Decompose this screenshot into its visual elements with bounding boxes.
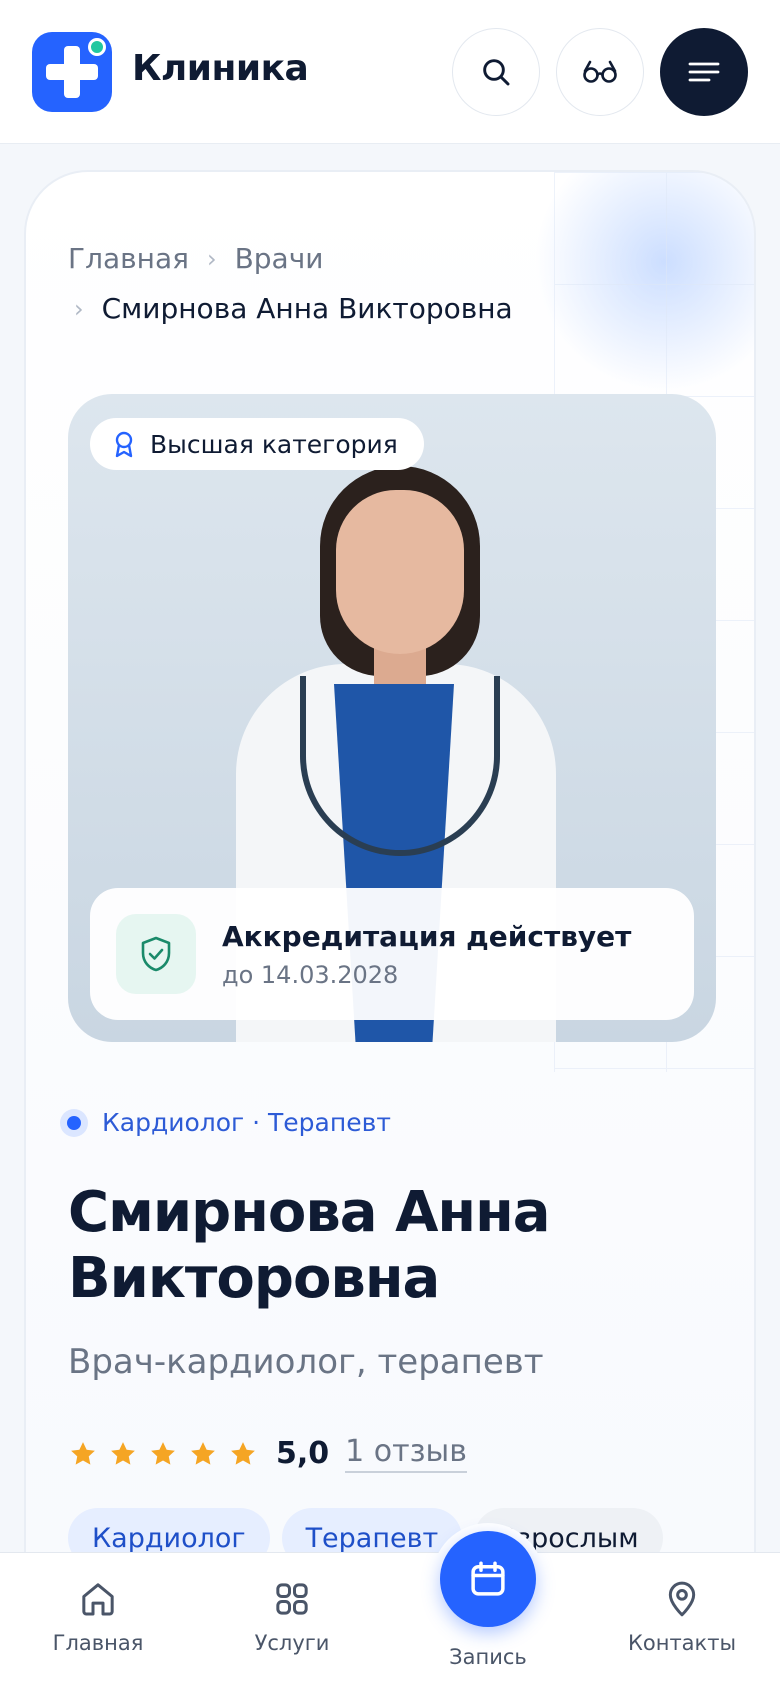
doctor-photo: Высшая категория Аккредитация действует …: [68, 394, 716, 1042]
accreditation-date: до 14.03.2028: [222, 960, 399, 989]
search-icon: [483, 59, 510, 86]
nav-services-label: Услуги: [254, 1631, 330, 1655]
accreditation-card: Аккредитация действует до 14.03.2028: [90, 888, 694, 1020]
star-icon: [191, 1441, 215, 1465]
status-dot-icon: [60, 1108, 88, 1137]
category-badge: Высшая категория: [90, 418, 424, 470]
grid-icon: [276, 1583, 308, 1615]
accreditation-icon-box: [116, 914, 196, 994]
brand-name[interactable]: Клиника: [132, 48, 309, 89]
doctor-name: Смирнова Анна Викторовна: [68, 1180, 551, 1311]
specialties-row: Кардиолог · Терапевт: [60, 1108, 391, 1137]
rating-value: 5,0: [276, 1436, 330, 1471]
doctor-card: Главная › Врачи › Смирнова Анна Викторов…: [24, 170, 756, 1688]
star-icon: [71, 1441, 95, 1465]
nav-booking-label[interactable]: Запись: [408, 1645, 568, 1669]
nav-home-label: Главная: [52, 1631, 144, 1655]
rating-row: 5,0 1 отзыв: [68, 1434, 467, 1473]
accreditation-title: Аккредитация действует: [222, 919, 632, 953]
bottom-navigation: Главная Услуги Запись Контакты: [0, 1531, 780, 1688]
calendar-icon: [471, 1561, 505, 1596]
doctor-role: Врач-кардиолог, терапевт: [68, 1342, 544, 1382]
breadcrumb-second-line: › Смирнова Анна Викторовна: [68, 292, 513, 325]
app-header: Клиника: [0, 0, 780, 144]
breadcrumb-home[interactable]: Главная: [68, 242, 189, 275]
rating-stars: [68, 1439, 258, 1469]
nav-contacts-label: Контакты: [627, 1631, 737, 1655]
nav-home[interactable]: Главная: [18, 1579, 178, 1655]
map-pin-icon: [668, 1581, 696, 1617]
reviews-link[interactable]: 1 отзыв: [345, 1434, 467, 1473]
specialties-text: Кардиолог · Терапевт: [102, 1108, 391, 1137]
clinic-logo-icon[interactable]: [32, 32, 112, 112]
chevron-right-icon: ›: [74, 294, 84, 323]
breadcrumb: Главная › Врачи: [68, 242, 323, 275]
shield-check-icon: [141, 936, 171, 972]
nav-contacts[interactable]: Контакты: [602, 1579, 762, 1655]
category-badge-label: Высшая категория: [150, 429, 398, 459]
menu-button[interactable]: [660, 28, 748, 116]
chevron-right-icon: ›: [206, 244, 217, 273]
search-button[interactable]: [452, 28, 540, 116]
star-icon: [111, 1441, 135, 1465]
star-icon: [231, 1441, 255, 1465]
breadcrumb-current: Смирнова Анна Викторовна: [101, 292, 513, 325]
award-icon: [115, 431, 133, 458]
nav-services[interactable]: Услуги: [212, 1579, 372, 1655]
star-icon: [151, 1441, 175, 1465]
nav-booking-button[interactable]: [440, 1531, 536, 1627]
accessibility-button[interactable]: [556, 28, 644, 116]
glasses-icon: [583, 60, 617, 83]
menu-icon: [688, 62, 720, 82]
home-icon: [82, 1583, 114, 1616]
breadcrumb-doctors[interactable]: Врачи: [235, 242, 324, 275]
